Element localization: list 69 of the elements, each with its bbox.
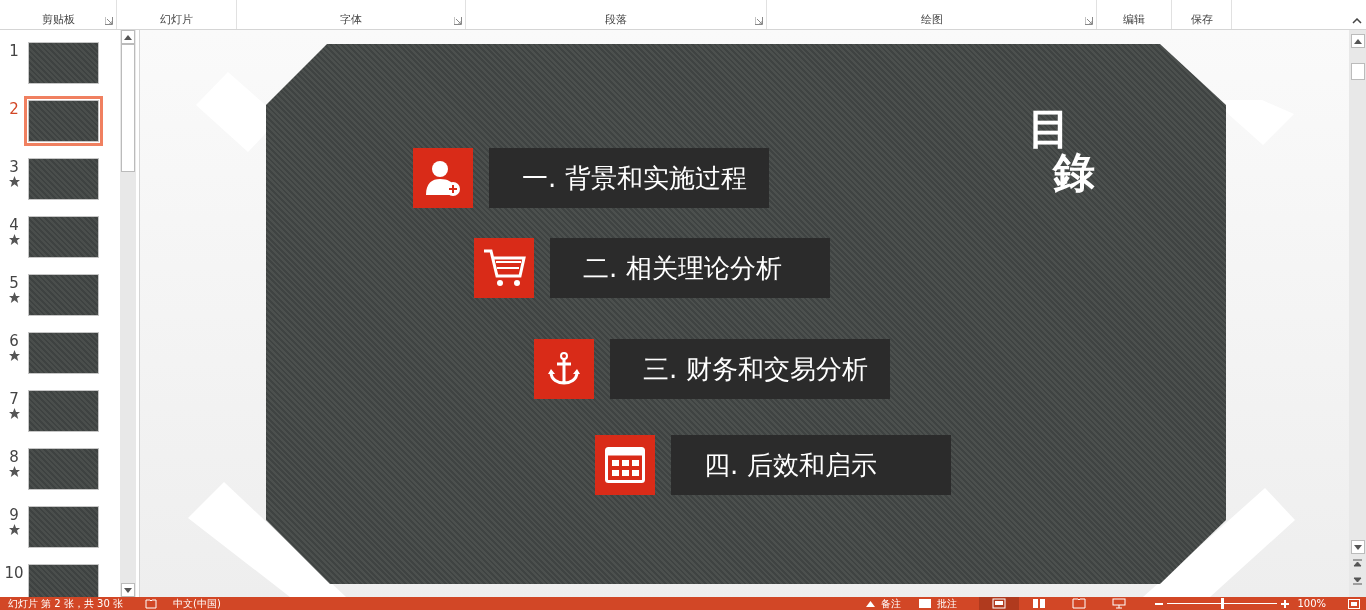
- slide-title: 目: [1028, 106, 1070, 152]
- slide-number: 2: [9, 100, 19, 118]
- group-label: 幻灯片: [160, 13, 193, 26]
- zoom-thumb[interactable]: [1221, 598, 1225, 609]
- slide-number: 9: [9, 506, 19, 524]
- slide-number: 4: [9, 216, 19, 234]
- person-plus-icon: [426, 159, 460, 197]
- slide-thumbnail[interactable]: [28, 216, 99, 258]
- dialog-launcher-icon[interactable]: [1085, 17, 1093, 25]
- slide-title: 錄: [1053, 150, 1095, 196]
- group-label: 绘图: [920, 13, 943, 26]
- caret-icon: [866, 600, 876, 607]
- dialog-launcher-icon[interactable]: [105, 17, 113, 25]
- scrollbar-thumb[interactable]: [121, 44, 135, 172]
- comments-button[interactable]: 批注: [919, 597, 958, 610]
- reading-view-icon: [1072, 598, 1087, 609]
- scroll-up-button[interactable]: [1350, 34, 1365, 48]
- shopping-cart-icon: [482, 248, 526, 288]
- agenda-item: 一. 背景和实施过程: [489, 148, 769, 208]
- slide-number: 1: [9, 42, 19, 60]
- down-arrow-icon: [124, 587, 132, 593]
- zoom-out-icon[interactable]: [1155, 602, 1164, 605]
- slide-thumbnail[interactable]: [28, 506, 99, 548]
- slide-thumbnail[interactable]: [28, 158, 99, 200]
- zoom-percent: 100%: [1297, 597, 1326, 610]
- group-label: 段落: [605, 13, 627, 26]
- scroll-down-button[interactable]: [1350, 540, 1365, 554]
- up-arrow-icon: [1353, 38, 1362, 44]
- anchor-icon: [548, 352, 580, 386]
- agenda-item: 二. 相关理论分析: [550, 238, 830, 298]
- comment-icon: [919, 599, 932, 608]
- group-label: 剪贴板: [41, 13, 75, 26]
- collapse-ribbon-icon[interactable]: [1352, 18, 1362, 24]
- agenda-item: 三. 财务和交易分析: [610, 339, 890, 399]
- slide-thumbnail[interactable]: [28, 42, 99, 84]
- agenda-item: 四. 后效和启示: [671, 435, 951, 495]
- slide-count: 幻灯片 第 2 张，共 30 张: [8, 597, 123, 610]
- slide-thumbnail[interactable]: [28, 564, 99, 597]
- next-slide-icon[interactable]: [1353, 575, 1362, 585]
- slide-thumbnail[interactable]: [28, 274, 99, 316]
- slide-number: 6: [9, 332, 19, 350]
- slide-number: 10: [4, 564, 24, 582]
- slide-number: 3: [9, 158, 19, 176]
- view-button[interactable]: [979, 597, 1020, 610]
- zoom-in-icon[interactable]: [1281, 600, 1290, 608]
- dialog-launcher-icon[interactable]: [454, 17, 462, 25]
- group-label: 编辑: [1123, 13, 1145, 26]
- dialog-launcher-icon[interactable]: [755, 17, 763, 25]
- slide-number: 5: [9, 274, 19, 292]
- fit-to-window-icon[interactable]: [1348, 599, 1360, 609]
- slide-number: 7: [9, 390, 19, 408]
- calendar-icon: [605, 447, 645, 483]
- language-label: 中文(中国): [173, 597, 221, 610]
- slide-thumbnail[interactable]: [28, 448, 99, 490]
- slide-thumbnail[interactable]: [28, 332, 99, 374]
- scroll-down-button[interactable]: [121, 583, 135, 597]
- group-label: 保存: [1190, 13, 1213, 26]
- up-arrow-icon: [124, 34, 132, 40]
- scroll-up-button[interactable]: [121, 30, 135, 44]
- down-arrow-icon: [1353, 544, 1362, 550]
- notes-button[interactable]: 备注: [866, 597, 902, 610]
- group-label: 字体: [340, 13, 362, 26]
- slide-thumbnail[interactable]: [28, 390, 99, 432]
- slide-number: 8: [9, 448, 19, 466]
- scrollbar-thumb[interactable]: [1350, 63, 1365, 80]
- slideshow-view-icon: [1112, 598, 1127, 609]
- previous-slide-icon[interactable]: [1353, 559, 1362, 569]
- normal-view-icon: [992, 598, 1007, 609]
- sorter-view-icon: [1032, 598, 1047, 609]
